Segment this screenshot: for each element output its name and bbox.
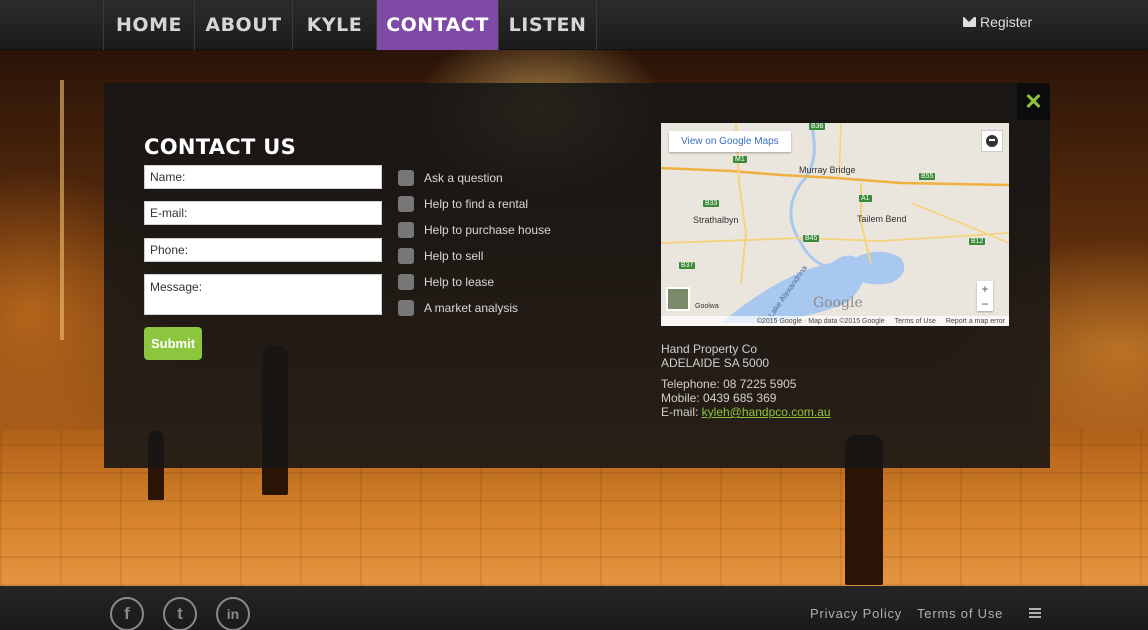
privacy-policy-link[interactable]: Privacy Policy: [810, 606, 902, 621]
option-label: A market analysis: [424, 301, 519, 315]
option-purchase-house[interactable]: Help to purchase house: [398, 217, 551, 243]
facebook-glyph: f: [124, 604, 130, 623]
checkbox[interactable]: [398, 196, 414, 212]
email-field[interactable]: [144, 201, 382, 225]
site-footer: f t in Privacy Policy Terms of Use: [0, 586, 1148, 630]
nav-home[interactable]: HOME: [103, 0, 194, 50]
envelope-icon: [963, 17, 976, 27]
zoom-in-button[interactable]: +: [981, 282, 988, 296]
main-menu: HOME ABOUT KYLE CONTACT LISTEN: [103, 0, 597, 50]
zoom-out-button[interactable]: −: [981, 297, 988, 311]
email-line: E-mail: kyleh@handpco.com.au: [661, 405, 831, 419]
option-label: Help to sell: [424, 249, 484, 263]
close-icon: ✕: [1024, 88, 1043, 114]
twitter-icon[interactable]: t: [163, 597, 197, 630]
view-on-google-maps-link[interactable]: View on Google Maps: [669, 131, 791, 152]
facebook-icon[interactable]: f: [110, 597, 144, 630]
option-ask-question[interactable]: Ask a question: [398, 165, 551, 191]
menu-icon[interactable]: [1029, 608, 1041, 618]
twitter-glyph: t: [177, 604, 183, 623]
telephone-line: Telephone: 08 7225 5905: [661, 377, 831, 391]
telephone-label: Telephone:: [661, 377, 724, 391]
submit-button[interactable]: Submit: [144, 327, 202, 360]
message-field[interactable]: [144, 274, 382, 315]
map-type-thumbnail[interactable]: [666, 287, 690, 311]
checkbox[interactable]: [398, 170, 414, 186]
terms-of-use-link[interactable]: Terms of Use: [917, 606, 1003, 621]
linkedin-glyph: in: [226, 606, 240, 622]
top-navigation-bar: HOME ABOUT KYLE CONTACT LISTEN Register: [0, 0, 1148, 50]
option-market-analysis[interactable]: A market analysis: [398, 295, 551, 321]
street-view-pegman-icon[interactable]: [981, 130, 1003, 152]
road-badge: B33: [703, 200, 720, 207]
company-city: ADELAIDE SA 5000: [661, 356, 770, 370]
option-label: Help to purchase house: [424, 223, 551, 237]
map-place-label: Goolwa: [695, 303, 719, 310]
nav-kyle[interactable]: KYLE: [292, 0, 376, 50]
mobile-label: Mobile:: [661, 391, 704, 405]
nav-about[interactable]: ABOUT: [194, 0, 292, 50]
road-badge: B36: [809, 123, 826, 130]
map-place-label: Murray Bridge: [799, 165, 856, 175]
background-lamp-post: [60, 80, 64, 340]
inquiry-options: Ask a question Help to find a rental Hel…: [398, 165, 551, 321]
google-logo: Google: [813, 295, 863, 311]
map-place-label: Strathalbyn: [693, 215, 739, 225]
zoom-controls: + −: [977, 281, 993, 311]
option-lease[interactable]: Help to lease: [398, 269, 551, 295]
phone-field[interactable]: [144, 238, 382, 262]
nav-contact[interactable]: CONTACT: [376, 0, 498, 50]
name-field[interactable]: [144, 165, 382, 189]
linkedin-icon[interactable]: in: [216, 597, 250, 630]
map-attribution: ©2015 Google · Map data ©2015 Google Ter…: [661, 316, 1009, 326]
company-address: Hand Property Co ADELAIDE SA 5000: [661, 342, 769, 370]
road-badge: B12: [969, 238, 986, 245]
register-label: Register: [980, 14, 1033, 30]
email-link[interactable]: kyleh@handpco.com.au: [702, 405, 831, 419]
nav-listen[interactable]: LISTEN: [498, 0, 597, 50]
pegman-face-icon: [986, 135, 998, 147]
checkbox[interactable]: [398, 222, 414, 238]
road-badge: B37: [679, 262, 696, 269]
email-label: E-mail:: [661, 405, 702, 419]
option-sell[interactable]: Help to sell: [398, 243, 551, 269]
checkbox[interactable]: [398, 274, 414, 290]
google-map[interactable]: Murray Bridge Strathalbyn Tailem Bend La…: [661, 123, 1009, 326]
road-badge: M1: [733, 156, 747, 163]
close-button[interactable]: ✕: [1017, 83, 1050, 120]
register-link[interactable]: Register: [963, 14, 1032, 30]
option-label: Ask a question: [424, 171, 503, 185]
mobile-value: 0439 685 369: [703, 391, 777, 405]
road-badge: B45: [803, 235, 820, 242]
checkbox[interactable]: [398, 300, 414, 316]
option-label: Help to find a rental: [424, 197, 529, 211]
contact-details: Telephone: 08 7225 5905 Mobile: 0439 685…: [661, 377, 831, 419]
road-badge: B55: [919, 173, 936, 180]
telephone-value: 08 7225 5905: [723, 377, 797, 391]
map-terms-link[interactable]: Terms of Use: [895, 318, 936, 325]
map-copyright: ©2015 Google · Map data ©2015 Google: [756, 317, 885, 325]
map-report-link[interactable]: Report a map error: [946, 318, 1005, 325]
mobile-line: Mobile: 0439 685 369: [661, 391, 831, 405]
option-find-rental[interactable]: Help to find a rental: [398, 191, 551, 217]
contact-modal: ✕ CONTACT US Submit Ask a question Help …: [104, 83, 1050, 468]
map-place-label: Tailem Bend: [857, 214, 907, 224]
option-label: Help to lease: [424, 275, 495, 289]
company-name: Hand Property Co: [661, 342, 758, 356]
road-badge: A1: [859, 195, 872, 202]
contact-title: CONTACT US: [144, 135, 297, 159]
checkbox[interactable]: [398, 248, 414, 264]
